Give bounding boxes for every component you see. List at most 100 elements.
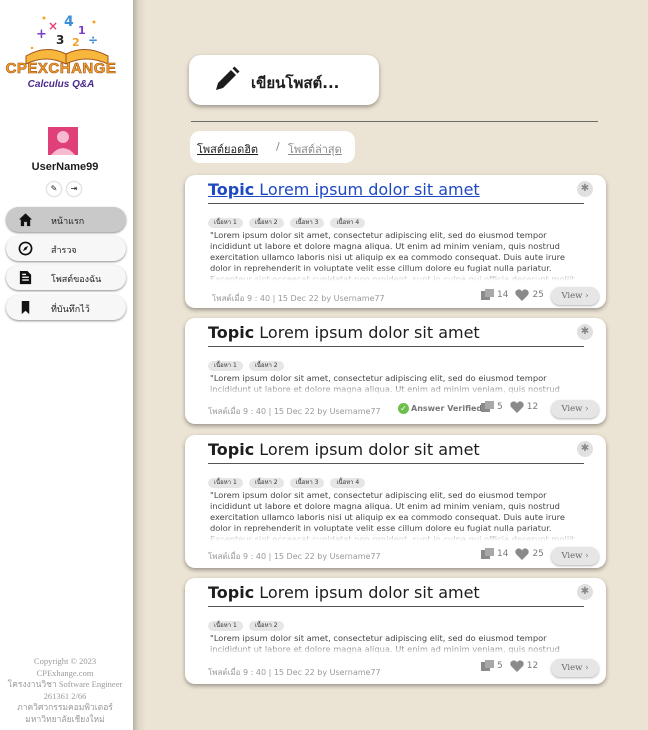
post-title[interactable]: Topic Lorem ipsum dolor sit amet	[208, 440, 480, 459]
logout-button[interactable]: ⇥	[67, 182, 81, 196]
tag[interactable]: เนื้อหา 1	[208, 621, 243, 631]
sidebar-item-saved[interactable]: ที่บันทึกไว้	[6, 295, 126, 320]
divider	[191, 121, 598, 122]
username: UserName99	[31, 161, 99, 173]
brand-subtitle: Calculus Q&A	[27, 79, 95, 90]
tag-list: เนื้อหา 1 เนื้อหา 2 เนื้อหา 3 เนื้อหา 4	[208, 469, 371, 488]
tag[interactable]: เนื้อหา 2	[248, 218, 284, 228]
post-title[interactable]: Topic Lorem ipsum dolor sit amet	[208, 180, 480, 199]
tag[interactable]: เนื้อหา 2	[248, 621, 284, 631]
compass-icon	[18, 241, 33, 256]
brand-title: CPEXCHANGE	[5, 60, 117, 78]
tag[interactable]: เนื้อหา 1	[208, 361, 243, 371]
post-stats: 5 12	[481, 660, 545, 676]
post-stats: 5 12	[481, 401, 545, 417]
pencil-icon: ✎	[50, 184, 58, 193]
comment-icon	[481, 660, 494, 671]
title-underline	[208, 203, 584, 204]
tag[interactable]: เนื้อหา 4	[330, 218, 366, 228]
post-card[interactable]: Topic Lorem ipsum dolor sit amet ✱ เนื้อ…	[185, 435, 606, 568]
post-meta: โพสต์เมื่อ 9 : 40 | 15 Dec 22 by Usernam…	[208, 552, 381, 561]
title-underline	[208, 606, 584, 607]
sidebar-item-label: โพสต์ของฉัน	[51, 274, 102, 284]
tag[interactable]: เนื้อหา 1	[208, 478, 243, 488]
heart-icon[interactable]	[510, 401, 524, 413]
post-excerpt: "Lorem ipsum dolor sit amet, consectetur…	[210, 633, 580, 655]
svg-text:+: +	[36, 27, 47, 42]
post-meta: โพสต์เมื่อ 9 : 40 | 15 Dec 22 by Usernam…	[208, 668, 381, 677]
comment-count: 14	[497, 549, 509, 559]
edit-profile-button[interactable]: ✎	[47, 182, 61, 196]
post-filter-tabs: โพสต์ยอดฮิต / โพสต์ล่าสุด	[190, 131, 355, 163]
like-count: 12	[526, 402, 539, 412]
tab-popular[interactable]: โพสต์ยอดฮิต	[197, 140, 258, 158]
tab-separator: /	[276, 140, 280, 153]
comment-icon	[481, 401, 494, 412]
my-posts-icon	[19, 270, 32, 285]
sidebar-item-label: ที่บันทึกไว้	[51, 304, 90, 314]
sidebar-item-explore[interactable]: สำรวจ	[6, 236, 126, 261]
pin-icon[interactable]: ✱	[577, 324, 593, 340]
heart-icon[interactable]	[510, 660, 524, 672]
like-count: 12	[526, 661, 539, 671]
answer-verified-badge: ✓ Answer Verified	[398, 403, 482, 414]
pin-icon[interactable]: ✱	[577, 584, 593, 600]
svg-text:4: 4	[64, 14, 74, 30]
post-title[interactable]: Topic Lorem ipsum dolor sit amet	[208, 583, 480, 602]
tab-latest[interactable]: โพสต์ล่าสุด	[288, 140, 342, 158]
post-excerpt: "Lorem ipsum dolor sit amet, consectetur…	[210, 490, 580, 541]
sidebar-item-home[interactable]: หน้าแรก	[6, 207, 126, 232]
view-button[interactable]: View ›	[551, 400, 599, 418]
write-post-label: เขียนโพสต์...	[251, 74, 340, 92]
post-card[interactable]: Topic Lorem ipsum dolor sit amet ✱ เนื้อ…	[185, 578, 606, 684]
comment-count: 14	[497, 290, 509, 300]
logout-icon: ⇥	[70, 184, 78, 193]
tag-list: เนื้อหา 1 เนื้อหา 2	[208, 352, 290, 371]
view-button[interactable]: View ›	[551, 659, 599, 677]
post-card[interactable]: Topic Lorem ipsum dolor sit amet ✱ เนื้อ…	[185, 318, 606, 424]
check-icon: ✓	[398, 403, 409, 414]
tag[interactable]: เนื้อหา 2	[248, 361, 284, 371]
comment-count: 5	[497, 402, 503, 412]
post-title[interactable]: Topic Lorem ipsum dolor sit amet	[208, 323, 480, 342]
write-post-button[interactable]: เขียนโพสต์...	[189, 55, 379, 105]
tag[interactable]: เนื้อหา 3	[289, 478, 325, 488]
tag[interactable]: เนื้อหา 2	[248, 478, 284, 488]
tag[interactable]: เนื้อหา 3	[289, 218, 325, 228]
view-button[interactable]: View ›	[551, 287, 599, 305]
post-card[interactable]: Topic Lorem ipsum dolor sit amet ✱ เนื้อ…	[185, 175, 606, 308]
avatar[interactable]	[48, 127, 78, 155]
comment-count: 5	[497, 661, 503, 671]
title-underline	[208, 346, 584, 347]
title-underline	[208, 463, 584, 464]
tag-list: เนื้อหา 1 เนื้อหา 2	[208, 612, 290, 631]
pin-icon[interactable]: ✱	[577, 181, 593, 197]
copyright: Copyright © 2023 CPExhange.com โครงงานวิ…	[7, 656, 123, 724]
sidebar-shadow	[133, 0, 146, 730]
sidebar-item-label: หน้าแรก	[51, 216, 85, 226]
bookmark-icon	[21, 300, 30, 315]
pencil-icon	[216, 66, 240, 90]
sidebar-item-my-posts[interactable]: โพสต์ของฉัน	[6, 265, 126, 290]
heart-icon[interactable]	[515, 548, 530, 560]
pin-icon[interactable]: ✱	[577, 441, 593, 457]
user-avatar-icon	[48, 127, 78, 155]
like-count: 25	[532, 290, 544, 300]
sidebar-item-label: สำรวจ	[51, 245, 77, 255]
home-icon	[18, 213, 33, 227]
post-stats: 14 25	[481, 289, 551, 305]
tag-list: เนื้อหา 1 เนื้อหา 2 เนื้อหา 3 เนื้อหา 4	[208, 209, 371, 228]
svg-text:×: ×	[48, 19, 58, 33]
post-excerpt: "Lorem ipsum dolor sit amet, consectetur…	[210, 230, 580, 281]
view-button[interactable]: View ›	[551, 547, 599, 565]
svg-text:3: 3	[56, 33, 64, 47]
post-stats: 14 25	[481, 548, 551, 564]
tag[interactable]: เนื้อหา 4	[330, 478, 366, 488]
post-meta: โพสต์เมื่อ 9 : 40 | 15 Dec 22 by Usernam…	[212, 294, 385, 303]
svg-text:÷: ÷	[88, 33, 98, 47]
sidebar: + × 4 1 3 2 ÷ CPEXCHANGE Calculus Q&A Us…	[0, 0, 133, 730]
comment-icon	[481, 289, 494, 300]
heart-icon[interactable]	[515, 289, 530, 301]
tag[interactable]: เนื้อหา 1	[208, 218, 243, 228]
svg-text:2: 2	[72, 36, 80, 49]
